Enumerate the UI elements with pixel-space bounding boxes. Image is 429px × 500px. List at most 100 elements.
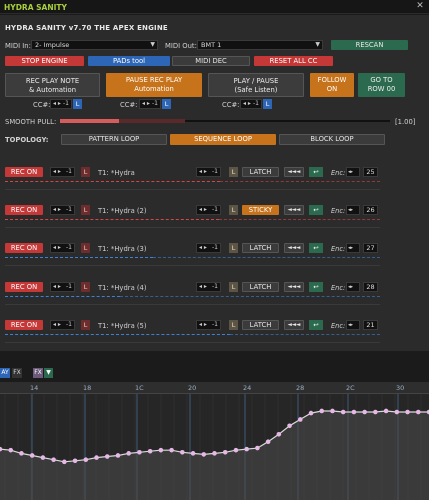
learn-button[interactable]: L — [81, 167, 90, 177]
follow-on-button[interactable]: FOLLOW ON — [310, 73, 354, 97]
envelope-point[interactable] — [29, 453, 35, 458]
rewind-icon[interactable]: ◄◄◄ — [284, 167, 304, 177]
midi-out-select[interactable]: BMT 1 ▼ — [197, 40, 323, 50]
rec-on-button[interactable]: REC ON — [5, 282, 43, 292]
rec-on-button[interactable]: REC ON — [5, 167, 43, 177]
reset-all-cc-button[interactable]: RESET ALL CC — [254, 56, 333, 66]
rec-on-button[interactable]: REC ON — [5, 320, 43, 330]
envelope-point[interactable] — [351, 409, 357, 415]
envelope-point[interactable] — [94, 455, 99, 460]
learn-button[interactable]: L — [162, 99, 171, 109]
envelope-point[interactable] — [51, 457, 56, 463]
envelope-point[interactable] — [276, 431, 282, 437]
track-stepper[interactable]: ◂ ▸ -1 — [50, 320, 75, 330]
envelope-point[interactable] — [115, 453, 121, 458]
envelope-point[interactable] — [19, 451, 24, 456]
track-stepper[interactable]: ◂ ▸ -1 — [50, 205, 75, 215]
tab-fx-dropdown[interactable]: FX — [33, 368, 43, 378]
close-icon[interactable]: ✕ — [414, 1, 426, 12]
learn-button[interactable]: L — [81, 243, 90, 253]
envelope-point[interactable] — [8, 447, 14, 453]
learn-button[interactable]: L — [263, 99, 272, 109]
envelope-point[interactable] — [40, 455, 46, 460]
envelope-point[interactable] — [212, 451, 217, 456]
tab-fx[interactable]: FX — [12, 368, 22, 378]
midi-in-select[interactable]: 2- Impulse ▼ — [31, 40, 158, 50]
envelope-point[interactable] — [287, 423, 292, 429]
envelope-point[interactable] — [62, 459, 67, 465]
undo-icon[interactable]: ↩ — [309, 320, 323, 330]
envelope-point[interactable] — [126, 451, 131, 456]
undo-icon[interactable]: ↩ — [309, 205, 323, 215]
topology-sequence-loop[interactable]: SEQUENCE LOOP — [170, 134, 276, 145]
latch-mode-button[interactable]: LATCH — [242, 167, 279, 177]
automation-envelope[interactable] — [0, 394, 429, 500]
envelope-point[interactable] — [394, 409, 400, 415]
envelope-point[interactable] — [308, 410, 314, 416]
track-stepper[interactable]: ◂ ▸ -1 — [50, 167, 75, 177]
cc-stepper[interactable]: ◂ ▸ -1 — [240, 99, 262, 109]
midi-dec-button[interactable]: MIDI DEC — [172, 56, 250, 66]
rec-on-button[interactable]: REC ON — [5, 205, 43, 215]
envelope-point[interactable] — [373, 409, 378, 415]
enc-arrows[interactable]: ◂▸ — [346, 167, 360, 177]
learn-button[interactable]: L — [229, 205, 238, 215]
enc-arrows[interactable]: ◂▸ — [346, 205, 360, 215]
envelope-point[interactable] — [383, 408, 389, 414]
envelope-point[interactable] — [104, 454, 110, 459]
track-stepper[interactable]: ◂ ▸ -1 — [50, 282, 75, 292]
rescan-button[interactable]: RESCAN — [331, 40, 408, 50]
envelope-point[interactable] — [83, 457, 89, 463]
pads-tool-button[interactable]: PADs tool — [88, 56, 170, 66]
play-pause-button[interactable]: PLAY / PAUSE (Safe Listen) — [208, 73, 304, 97]
learn-button[interactable]: L — [229, 243, 238, 253]
envelope-point[interactable] — [415, 409, 421, 415]
cc-stepper[interactable]: ◂ ▸ -1 — [139, 99, 161, 109]
envelope-point[interactable] — [72, 458, 78, 464]
enc-arrows[interactable]: ◂▸ — [346, 243, 360, 253]
track-stepper[interactable]: ◂ ▸ -1 — [50, 243, 75, 253]
envelope-point[interactable] — [319, 408, 325, 414]
envelope-point[interactable] — [265, 439, 271, 444]
enc-value[interactable]: 28 — [363, 282, 378, 292]
envelope-point[interactable] — [190, 451, 196, 456]
envelope-point[interactable] — [233, 447, 239, 453]
undo-icon[interactable]: ↩ — [309, 243, 323, 253]
envelope-point[interactable] — [222, 450, 228, 455]
go-to-row-button[interactable]: GO TO ROW 00 — [358, 73, 405, 97]
undo-icon[interactable]: ↩ — [309, 282, 323, 292]
learn-button[interactable]: L — [229, 282, 238, 292]
learn-button[interactable]: L — [81, 320, 90, 330]
rewind-icon[interactable]: ◄◄◄ — [284, 282, 304, 292]
track-stepper-2[interactable]: ◂ ▸ -1 — [196, 282, 221, 292]
envelope-point[interactable] — [180, 450, 185, 455]
pause-rec-play-button[interactable]: PAUSE REC PLAY Automation — [106, 73, 202, 97]
envelope-point[interactable] — [362, 409, 367, 415]
latch-mode-button[interactable]: LATCH — [242, 320, 279, 330]
rewind-icon[interactable]: ◄◄◄ — [284, 243, 304, 253]
tab-ay[interactable]: AY — [0, 368, 10, 378]
envelope-point[interactable] — [244, 446, 249, 452]
envelope-point[interactable] — [137, 450, 142, 455]
latch-mode-button[interactable]: LATCH — [242, 243, 279, 253]
rec-play-note-button[interactable]: REC PLAY NOTE & Automation — [5, 73, 100, 97]
learn-button[interactable]: L — [81, 205, 90, 215]
smooth-pull-slider[interactable] — [60, 119, 185, 123]
learn-button[interactable]: L — [73, 99, 82, 109]
chevron-down-icon[interactable]: ▼ — [44, 368, 53, 378]
track-stepper-2[interactable]: ◂ ▸ -1 — [196, 243, 221, 253]
enc-value[interactable]: 21 — [363, 320, 378, 330]
track-stepper-2[interactable]: ◂ ▸ -1 — [196, 320, 221, 330]
track-stepper-2[interactable]: ◂ ▸ -1 — [196, 167, 221, 177]
topology-pattern-loop[interactable]: PATTERN LOOP — [61, 134, 167, 145]
envelope-point[interactable] — [330, 408, 335, 414]
rewind-icon[interactable]: ◄◄◄ — [284, 320, 304, 330]
latch-mode-button[interactable]: LATCH — [242, 282, 279, 292]
stop-engine-button[interactable]: STOP ENGINE — [5, 56, 84, 66]
enc-value[interactable]: 27 — [363, 243, 378, 253]
track-stepper-2[interactable]: ◂ ▸ -1 — [196, 205, 221, 215]
topology-block-loop[interactable]: BLOCK LOOP — [279, 134, 385, 145]
learn-button[interactable]: L — [229, 167, 238, 177]
learn-button[interactable]: L — [81, 282, 90, 292]
undo-icon[interactable]: ↩ — [309, 167, 323, 177]
